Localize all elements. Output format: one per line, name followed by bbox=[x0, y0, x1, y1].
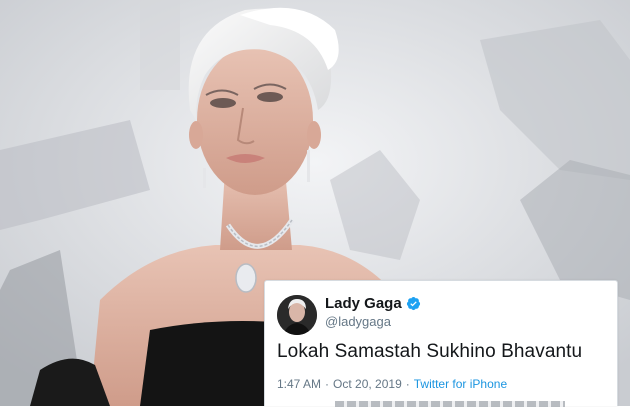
meta-separator: · bbox=[325, 377, 330, 391]
display-name-text[interactable]: Lady Gaga bbox=[325, 295, 402, 312]
profile-avatar[interactable] bbox=[277, 295, 317, 335]
meta-separator-2: · bbox=[405, 377, 410, 391]
user-handle[interactable]: @ladygaga bbox=[325, 314, 391, 329]
tweet-card: Lady Gaga @ladygaga Lokah Samastah Sukhi… bbox=[264, 280, 618, 407]
cropped-text-strip bbox=[335, 401, 565, 407]
tweet-text: Lokah Samastah Sukhino Bhavantu bbox=[277, 341, 583, 362]
avatar-photo-icon bbox=[277, 295, 317, 335]
verified-badge-icon bbox=[406, 296, 420, 311]
tweet-date[interactable]: Oct 20, 2019 bbox=[333, 377, 402, 391]
tweet-meta: 1:47 AM · Oct 20, 2019 · Twitter for iPhone bbox=[277, 377, 507, 391]
tweet-source-link[interactable]: Twitter for iPhone bbox=[414, 377, 507, 391]
display-name[interactable]: Lady Gaga bbox=[325, 295, 421, 312]
tweet-time[interactable]: 1:47 AM bbox=[277, 377, 321, 391]
